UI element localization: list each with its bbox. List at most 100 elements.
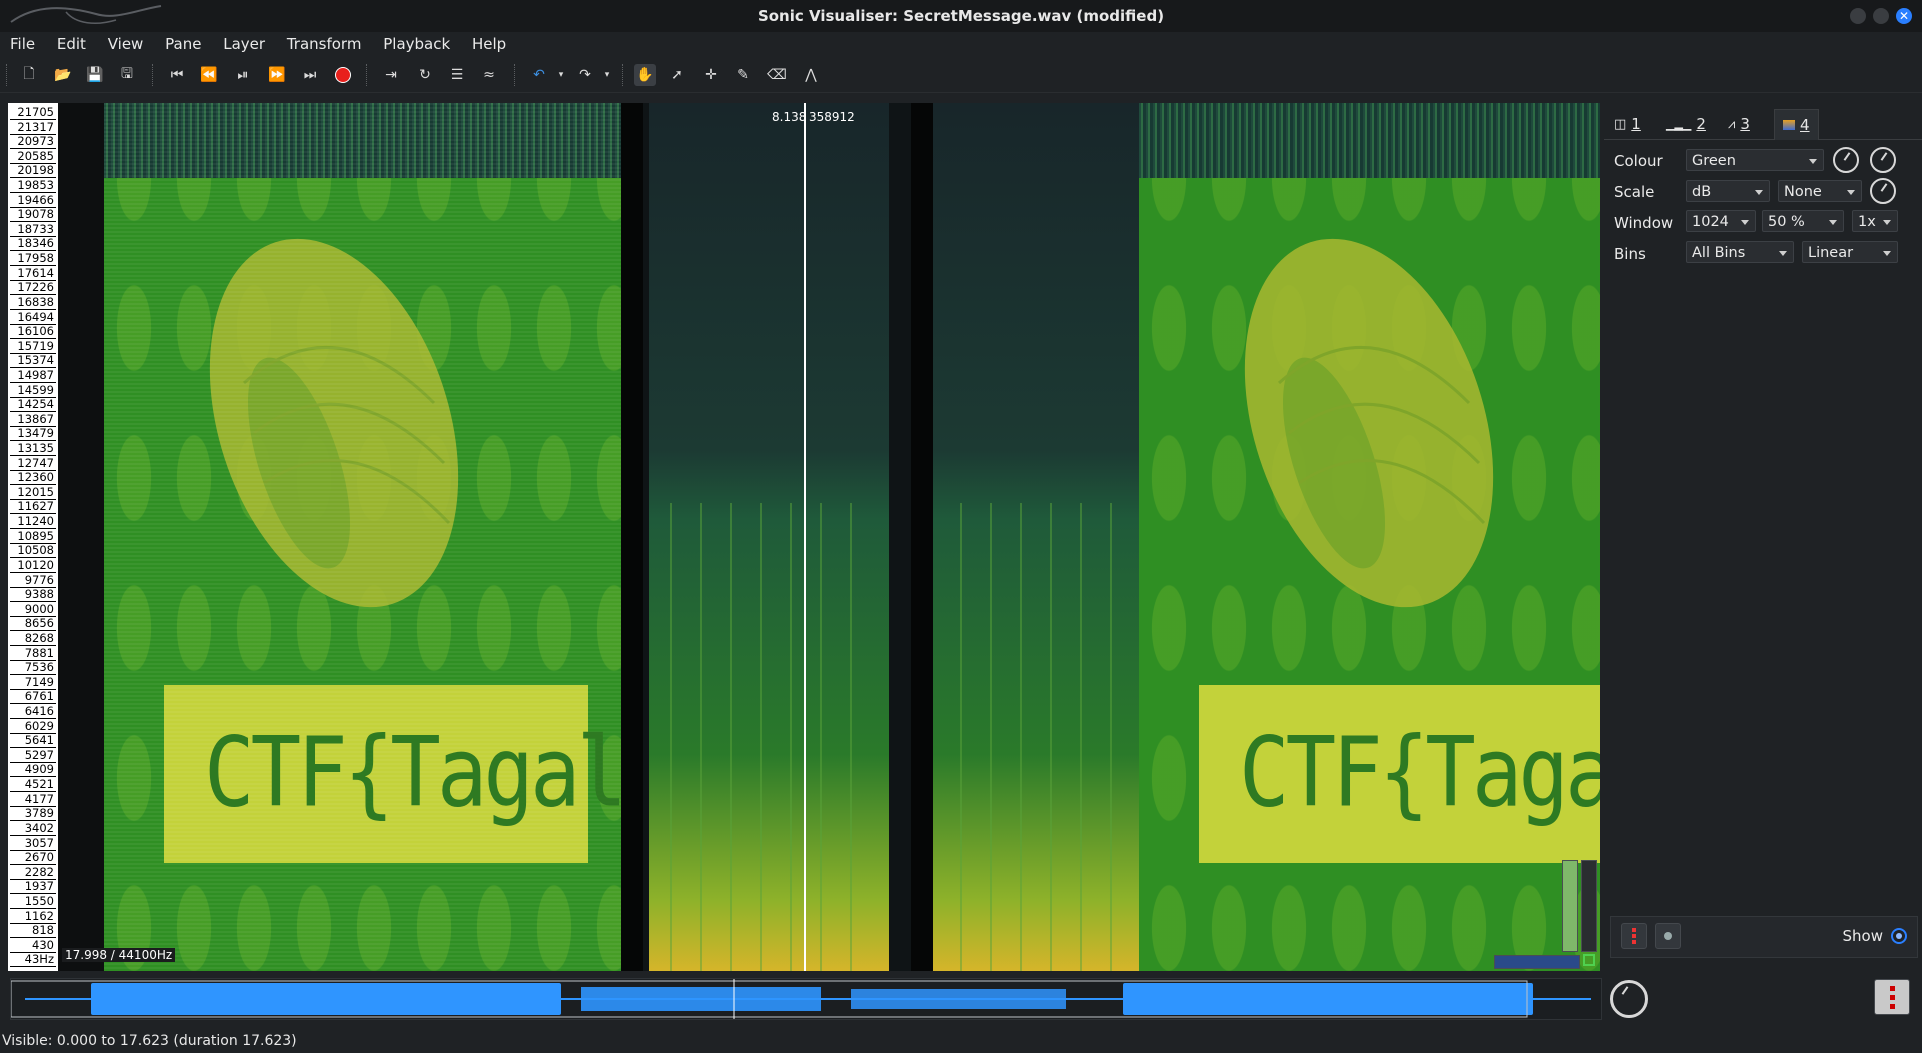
frequency-tick: 16106	[10, 324, 56, 340]
frequency-tick: 20585	[10, 149, 56, 164]
frequency-tick: 15719	[10, 339, 56, 354]
colour-select[interactable]: Green	[1686, 149, 1824, 171]
threshold-dial[interactable]	[1870, 178, 1896, 204]
save-icon[interactable]: 💾	[84, 64, 106, 86]
measure-icon[interactable]: ⋀	[800, 64, 822, 86]
redo-icon[interactable]: ↷	[574, 64, 596, 86]
select-icon[interactable]: ➚	[666, 64, 688, 86]
rewind-start-icon[interactable]: ⏮	[166, 64, 188, 86]
scale-select[interactable]: dB	[1686, 180, 1770, 202]
bin-scale-select[interactable]: Linear	[1802, 241, 1898, 263]
level-meter-right	[1581, 860, 1597, 952]
oversample-select[interactable]: 1x	[1852, 210, 1898, 232]
level-meter-left	[1562, 860, 1578, 952]
ffwd-end-icon[interactable]: ⏭	[299, 64, 321, 86]
playback-speed-dial[interactable]	[1610, 980, 1648, 1018]
colour-rotation-dial[interactable]	[1870, 147, 1896, 173]
frequency-tick-label: 16106	[17, 324, 54, 339]
toolbar-separator	[152, 64, 155, 86]
normalize-select[interactable]: None	[1778, 180, 1862, 202]
frequency-tick: 10508	[10, 543, 56, 559]
solo-icon[interactable]: ☰	[446, 64, 468, 86]
tab-3[interactable]: ⩘ 3	[1720, 109, 1758, 139]
frequency-tick: 17958	[10, 251, 56, 267]
menu-view[interactable]: View	[98, 32, 151, 53]
frequency-tick: 3402	[10, 821, 56, 836]
play-selection-icon[interactable]: ⇥	[380, 64, 402, 86]
menu-edit[interactable]: Edit	[47, 32, 93, 53]
output-level-icon[interactable]	[1874, 979, 1910, 1015]
play-layer-icon[interactable]	[1655, 923, 1681, 949]
frequency-tick: 6761	[10, 689, 56, 705]
menu-pane[interactable]: Pane	[155, 32, 208, 53]
menu-playback[interactable]: Playback	[373, 32, 457, 53]
frequency-tick: 20973	[10, 134, 56, 150]
frequency-tick: 3789	[10, 806, 56, 822]
toolbar-grip[interactable]	[6, 64, 9, 86]
fast-forward-icon[interactable]: ⏩	[266, 64, 288, 86]
menu-file[interactable]: File	[0, 32, 42, 53]
follow-playback-icon[interactable]: ≈	[478, 64, 500, 86]
bins-select[interactable]: All Bins	[1686, 241, 1794, 263]
maximize-button[interactable]	[1873, 8, 1889, 24]
playback-cursor[interactable]	[804, 103, 806, 971]
frequency-tick: 4909	[10, 762, 56, 778]
frequency-tick-label: 1550	[24, 893, 54, 908]
frequency-tick: 8656	[10, 616, 56, 632]
spectrogram-image-left: CTF{Tagalog}	[104, 103, 767, 971]
minimize-button[interactable]	[1850, 8, 1866, 24]
close-button[interactable]: ✕	[1896, 8, 1912, 24]
rewind-icon[interactable]: ⏪	[198, 64, 220, 86]
window-size-select[interactable]: 1024	[1686, 210, 1756, 232]
layer-options-bar: Show	[1610, 916, 1918, 958]
frequency-tick-label: 12360	[17, 470, 54, 485]
frequency-tick-label: 3402	[24, 820, 54, 835]
frequency-tick-label: 430	[32, 937, 54, 952]
spectrogram-view[interactable]: CTF{Tagalog} CTF{Tag	[104, 103, 1600, 971]
frequency-tick-label: 7536	[24, 660, 54, 675]
scale-label: Scale	[1614, 183, 1655, 201]
menu-help[interactable]: Help	[462, 32, 513, 53]
erase-icon[interactable]: ⌫	[766, 64, 788, 86]
frequency-tick-label: 1162	[24, 908, 54, 923]
redo-dropdown-icon[interactable]: ▾	[596, 64, 618, 86]
frequency-tick-label: 16494	[17, 309, 54, 324]
undo-icon[interactable]: ↶	[528, 64, 550, 86]
play-pause-icon[interactable]: ⏯	[232, 64, 254, 86]
spectrogram-speech-region	[621, 103, 1139, 971]
frequency-tick: 3057	[10, 836, 56, 851]
move-icon[interactable]: ✛	[700, 64, 722, 86]
menu-transform[interactable]: Transform	[277, 32, 369, 53]
frequency-tick-label: 17226	[17, 280, 54, 295]
zoom-wheel[interactable]	[1494, 955, 1580, 969]
show-label: Show	[1842, 927, 1883, 945]
save-session-icon[interactable]: 🖫	[116, 64, 138, 86]
status-bar: Visible: 0.000 to 17.623 (duration 17.62…	[0, 1030, 1922, 1053]
overview-waveform[interactable]	[10, 978, 1602, 1020]
record-icon[interactable]	[332, 64, 354, 86]
toolbar: 🗋 📂 💾 🖫 ⏮ ⏪ ⏯ ⏩ ⏭ ⇥ ↻ ☰ ≈ ↶ ▾ ↷ ▾ ✋ ➚ ✛ …	[0, 58, 1922, 93]
frequency-tick-label: 17958	[17, 251, 54, 266]
frequency-tick: 7149	[10, 675, 56, 690]
tab-2[interactable]: ▁▂▁ 2	[1658, 109, 1714, 139]
new-file-icon[interactable]: 🗋	[18, 64, 40, 86]
pane-toggle-icon[interactable]	[1583, 954, 1595, 966]
window-overlap-select[interactable]: 50 %	[1762, 210, 1844, 232]
loop-icon[interactable]: ↻	[414, 64, 436, 86]
layer-color-icon[interactable]	[1621, 923, 1647, 949]
undo-dropdown-icon[interactable]: ▾	[550, 64, 572, 86]
show-toggle[interactable]	[1891, 928, 1907, 944]
navigate-icon[interactable]: ✋	[634, 64, 656, 86]
frequency-tick: 11627	[10, 499, 56, 515]
frequency-tick: 4521	[10, 777, 56, 793]
frequency-tick-label: 10508	[17, 543, 54, 558]
menu-layer[interactable]: Layer	[213, 32, 272, 53]
frequency-tick: 4177	[10, 792, 56, 807]
tab-4[interactable]: 4	[1774, 109, 1819, 140]
frequency-tick-label: 2282	[24, 864, 54, 879]
frequency-tick: 19466	[10, 193, 56, 208]
open-icon[interactable]: 📂	[52, 64, 74, 86]
gain-dial[interactable]	[1833, 147, 1859, 173]
tab-1[interactable]: ◫ 1	[1606, 109, 1649, 139]
draw-icon[interactable]: ✎	[732, 64, 754, 86]
